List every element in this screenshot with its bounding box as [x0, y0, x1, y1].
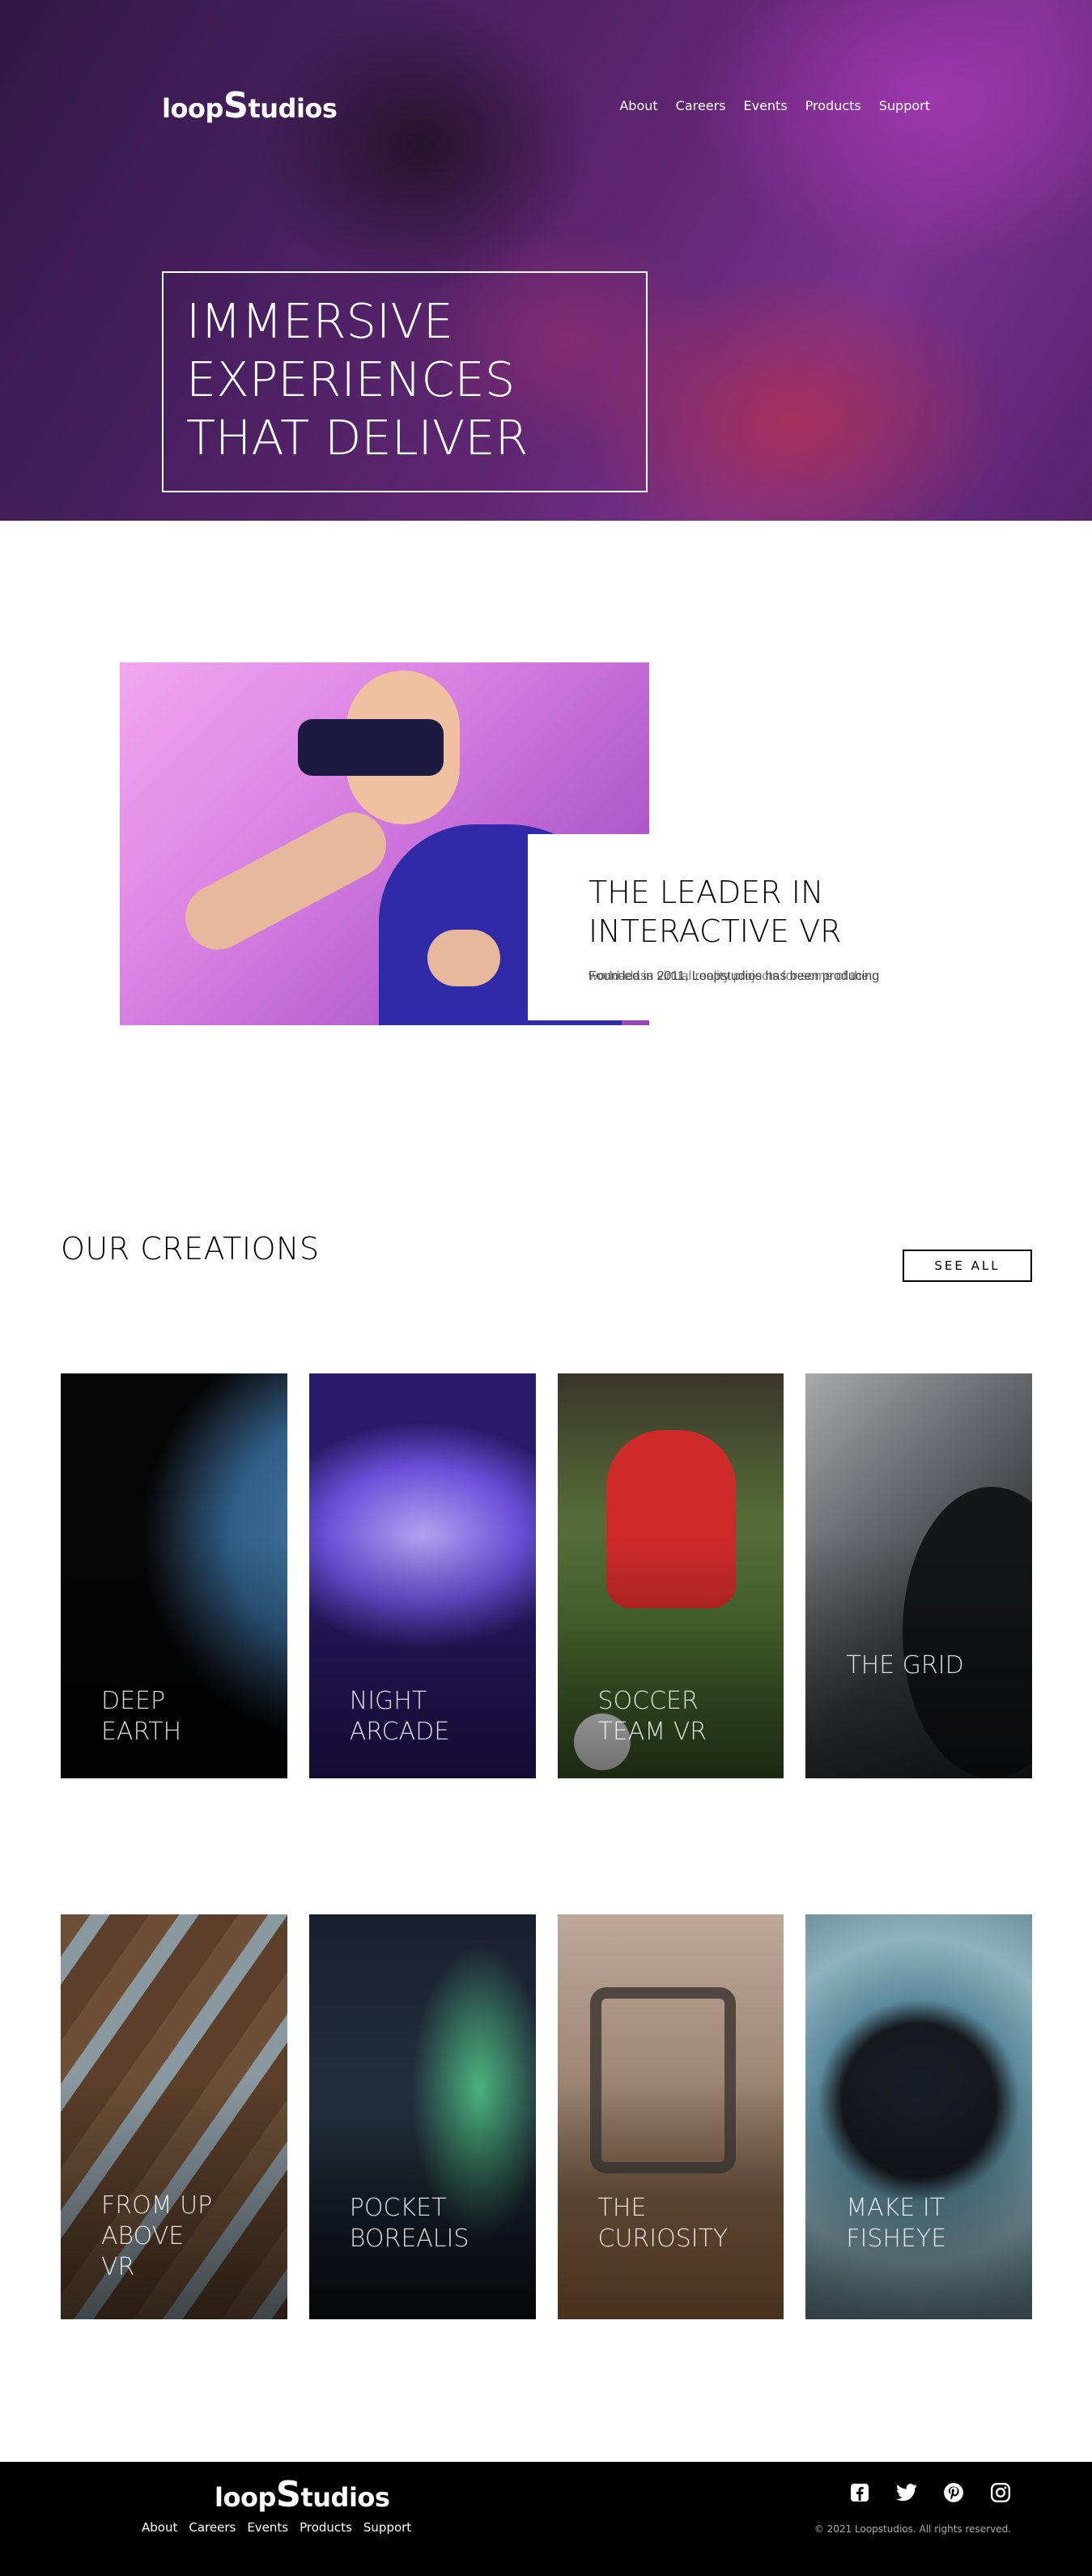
creation-card-night-arcade[interactable]: NIGHT ARCADE: [308, 1373, 536, 1778]
creation-label: DEEP EARTH: [101, 1687, 182, 1746]
hero-title-box: IMMERSIVE EXPERIENCES THAT DELIVER: [162, 271, 648, 492]
creation-label: THE GRID: [846, 1651, 964, 1680]
footer-nav: About Careers Events Products Support: [142, 2520, 411, 2535]
creations-title: OUR CREATIONS: [61, 1231, 320, 1267]
site-logo[interactable]: loopStudios: [162, 86, 338, 126]
footer-nav-support[interactable]: Support: [363, 2520, 411, 2535]
interactive-vr-title: THE LEADER IN INTERACTIVE VR: [588, 875, 842, 949]
footer-nav-careers[interactable]: Careers: [189, 2520, 236, 2535]
footer-nav-about[interactable]: About: [142, 2520, 177, 2535]
footer-nav-products[interactable]: Products: [300, 2520, 352, 2535]
hero-section: loopStudios About Careers Events Product…: [0, 0, 1092, 521]
footer-nav-events[interactable]: Events: [247, 2520, 288, 2535]
creation-label: NIGHT ARCADE: [349, 1687, 450, 1746]
twitter-icon[interactable]: [895, 2481, 918, 2504]
pinterest-icon[interactable]: [942, 2481, 965, 2504]
facebook-icon[interactable]: [848, 2481, 871, 2504]
creations-grid-row: FROM UP ABOVE VR POCKET BOREALIS THE CUR…: [61, 1914, 1032, 2319]
creation-label: POCKET BOREALIS: [349, 2194, 470, 2253]
creations-grid-row: DEEP EARTH NIGHT ARCADE SOCCER TEAM VR T…: [61, 1373, 1032, 1778]
nav-events[interactable]: Events: [743, 98, 787, 113]
creation-card-from-up-above-vr[interactable]: FROM UP ABOVE VR: [61, 1914, 287, 2319]
creation-card-the-curiosity[interactable]: THE CURIOSITY: [557, 1914, 784, 2319]
creation-label: SOCCER TEAM VR: [597, 1687, 707, 1746]
creation-card-pocket-borealis[interactable]: POCKET BOREALIS: [308, 1914, 536, 2319]
social-links: [848, 2481, 1012, 2504]
creation-card-the-grid[interactable]: THE GRID: [805, 1373, 1032, 1778]
creation-card-deep-earth[interactable]: DEEP EARTH: [61, 1373, 287, 1778]
interactive-vr-body-line: world-class virtual reality projects for…: [588, 969, 869, 983]
nav-careers[interactable]: Careers: [676, 98, 726, 113]
creation-label: MAKE IT FISHEYE: [846, 2194, 947, 2253]
interactive-vr-card: THE LEADER IN INTERACTIVE VR Founded in …: [528, 834, 949, 1020]
creation-label: THE CURIOSITY: [597, 2194, 729, 2253]
site-footer: loopStudios About Careers Events Product…: [0, 2462, 1092, 2576]
interactive-vr-body: Founded in 2011, Loopstudios has been pr…: [588, 969, 928, 985]
nav-about[interactable]: About: [619, 98, 657, 113]
see-all-button[interactable]: SEE ALL: [903, 1250, 1032, 1282]
instagram-icon[interactable]: [989, 2481, 1012, 2504]
creation-card-soccer-team-vr[interactable]: SOCCER TEAM VR: [557, 1373, 784, 1778]
nav-support[interactable]: Support: [879, 98, 930, 113]
nav-products[interactable]: Products: [805, 98, 861, 113]
footer-logo[interactable]: loopStudios: [215, 2475, 390, 2515]
creation-card-make-it-fisheye[interactable]: MAKE IT FISHEYE: [805, 1914, 1032, 2319]
creation-label: FROM UP ABOVE VR: [101, 2191, 213, 2281]
main-nav: About Careers Events Products Support: [619, 98, 930, 113]
copyright-text: © 2021 Loopstudios. All rights reserved.: [814, 2523, 1011, 2535]
hero-title: IMMERSIVE EXPERIENCES THAT DELIVER: [186, 293, 529, 466]
